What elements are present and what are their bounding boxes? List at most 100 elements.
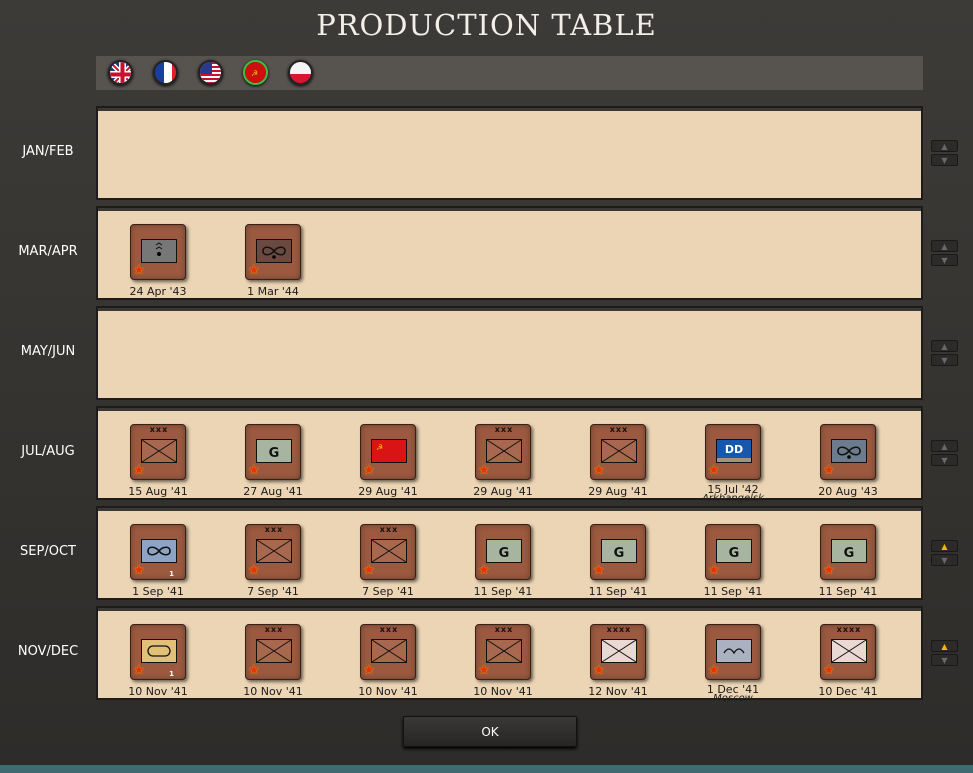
scroll-up-button[interactable]: ▲ [931,440,958,452]
scroll-up-button[interactable]: ▲ [931,340,958,352]
unit-army-icon [256,533,292,567]
unit-size-marker: xxxx [836,625,862,634]
unit-counter[interactable]: ★ [705,624,761,680]
soviet-star-icon: ★ [478,563,490,578]
unit-date: 24 Apr '43 [129,285,187,298]
unit-counter[interactable]: G ★ [475,524,531,580]
svg-text:G: G [844,546,855,561]
unit-counter[interactable]: ★ [245,224,301,280]
svg-text:G: G [729,546,740,561]
unit-counter[interactable]: xxx ★ [245,524,301,580]
unit-counter[interactable]: ☭ ★ [360,424,416,480]
unit-army-icon [371,633,407,667]
soviet-star-icon: ★ [133,263,145,278]
flag-france[interactable] [153,60,178,85]
unit-armor-icon [141,633,177,667]
unit-guards-icon: G [831,533,867,567]
soviet-star-icon: ★ [248,663,260,678]
soviet-star-icon: ★ [823,563,835,578]
unit-size-marker: xxx [264,525,284,534]
row-label: MAR/APR [18,244,78,259]
soviet-star-icon: ★ [593,563,605,578]
unit-counter[interactable]: G ★ [245,424,301,480]
unit-counter[interactable]: ★ 1 [130,624,186,680]
scroll-down-button[interactable]: ▼ [931,454,958,466]
production-row: ★ 24 Apr '43 ★ 1 Mar '44 [96,206,923,300]
unit-size-marker: xxx [609,425,629,434]
unit-counter[interactable]: ★ [820,424,876,480]
unit-guards-icon: G [486,533,522,567]
scroll-up-button[interactable]: ▲ [931,140,958,152]
production-row: ★ 1 1 Sep '41 xxx ★ 7 Sep '41 xxx ★ 7 Sep '41 G ★ 1… [96,506,923,600]
unit-counter[interactable]: xxx ★ [360,524,416,580]
unit-soviet-flag-icon: ☭ [371,433,407,467]
scroll-down-button[interactable]: ▼ [931,254,958,266]
svg-text:☭: ☭ [251,69,258,78]
soviet-star-icon: ★ [363,463,375,478]
unit-counter[interactable]: ★ [130,224,186,280]
unit-front-icon [601,633,637,667]
unit-fortification-icon [716,633,752,667]
unit-date: 11 Sep '41 [473,585,533,598]
production-row: ★ 1 10 Nov '41 xxx ★ 10 Nov '41 xxx ★ 10 Nov '41… [96,606,923,704]
soviet-star-icon: ★ [478,463,490,478]
soviet-star-icon: ★ [593,463,605,478]
unit-counter[interactable]: xxxx ★ [820,624,876,680]
unit-counter[interactable]: DD ★ [705,424,761,480]
unit-date: 11 Sep '41 [703,585,763,598]
flag-poland[interactable] [288,60,313,85]
unit-counter[interactable]: xxx ★ [130,424,186,480]
unit-counter[interactable]: xxx ★ [245,624,301,680]
svg-text:G: G [499,546,510,561]
unit-count: 1 [169,570,174,578]
unit-location: Moscow [713,693,753,704]
scroll-up-button[interactable]: ▲ [931,540,958,552]
unit-date: 10 Nov '41 [128,685,188,698]
scroll-down-button[interactable]: ▼ [931,354,958,366]
unit-date: 1 Mar '44 [247,285,299,298]
unit-date: 11 Sep '41 [588,585,648,598]
row-label: JUL/AUG [21,444,75,459]
unit-date: 1 Sep '41 [132,585,184,598]
scroll-down-button[interactable]: ▼ [931,154,958,166]
unit-counter[interactable]: G ★ [705,524,761,580]
soviet-star-icon: ★ [708,663,720,678]
production-row: xxx ★ 15 Aug '41 G ★ 27 Aug '41 ☭ ★ 29 Aug '41 xx… [96,406,923,504]
soviet-star-icon: ★ [823,663,835,678]
scroll-up-button[interactable]: ▲ [931,640,958,652]
flag-ussr[interactable]: ☭ [243,60,268,85]
unit-counter[interactable]: xxx ★ [590,424,646,480]
unit-date: 7 Sep '41 [247,585,299,598]
scroll-down-button[interactable]: ▼ [931,654,958,666]
scroll-down-button[interactable]: ▼ [931,554,958,566]
soviet-star-icon: ★ [133,663,145,678]
unit-counter[interactable]: xxx ★ [475,424,531,480]
unit-counter[interactable]: xxx ★ [360,624,416,680]
row-label: SEP/OCT [20,544,76,559]
unit-counter[interactable]: xxx ★ [475,624,531,680]
flag-usa[interactable] [198,60,223,85]
unit-counter[interactable]: G ★ [820,524,876,580]
unit-date: 10 Nov '41 [358,685,418,698]
unit-date: 11 Sep '41 [818,585,878,598]
unit-destroyer-icon: DD [716,433,752,467]
unit-count: 1 [169,670,174,678]
unit-counter[interactable]: xxxx ★ [590,624,646,680]
row-label: MAY/JUN [20,344,76,359]
flag-uk[interactable] [108,60,133,85]
soviet-star-icon: ★ [363,563,375,578]
unit-counter[interactable]: ★ 1 [130,524,186,580]
unit-size-marker: xxx [494,425,514,434]
production-row [96,306,923,400]
soviet-star-icon: ★ [478,663,490,678]
scroll-up-button[interactable]: ▲ [931,240,958,252]
unit-date: 10 Dec '41 [818,685,878,698]
map-background [0,765,973,773]
ok-button[interactable]: OK [403,716,577,747]
unit-date: 29 Aug '41 [473,485,533,498]
unit-counter[interactable]: G ★ [590,524,646,580]
unit-size-marker: xxxx [606,625,632,634]
svg-text:DD: DD [725,443,743,456]
soviet-star-icon: ★ [593,663,605,678]
unit-size-marker: xxx [264,625,284,634]
